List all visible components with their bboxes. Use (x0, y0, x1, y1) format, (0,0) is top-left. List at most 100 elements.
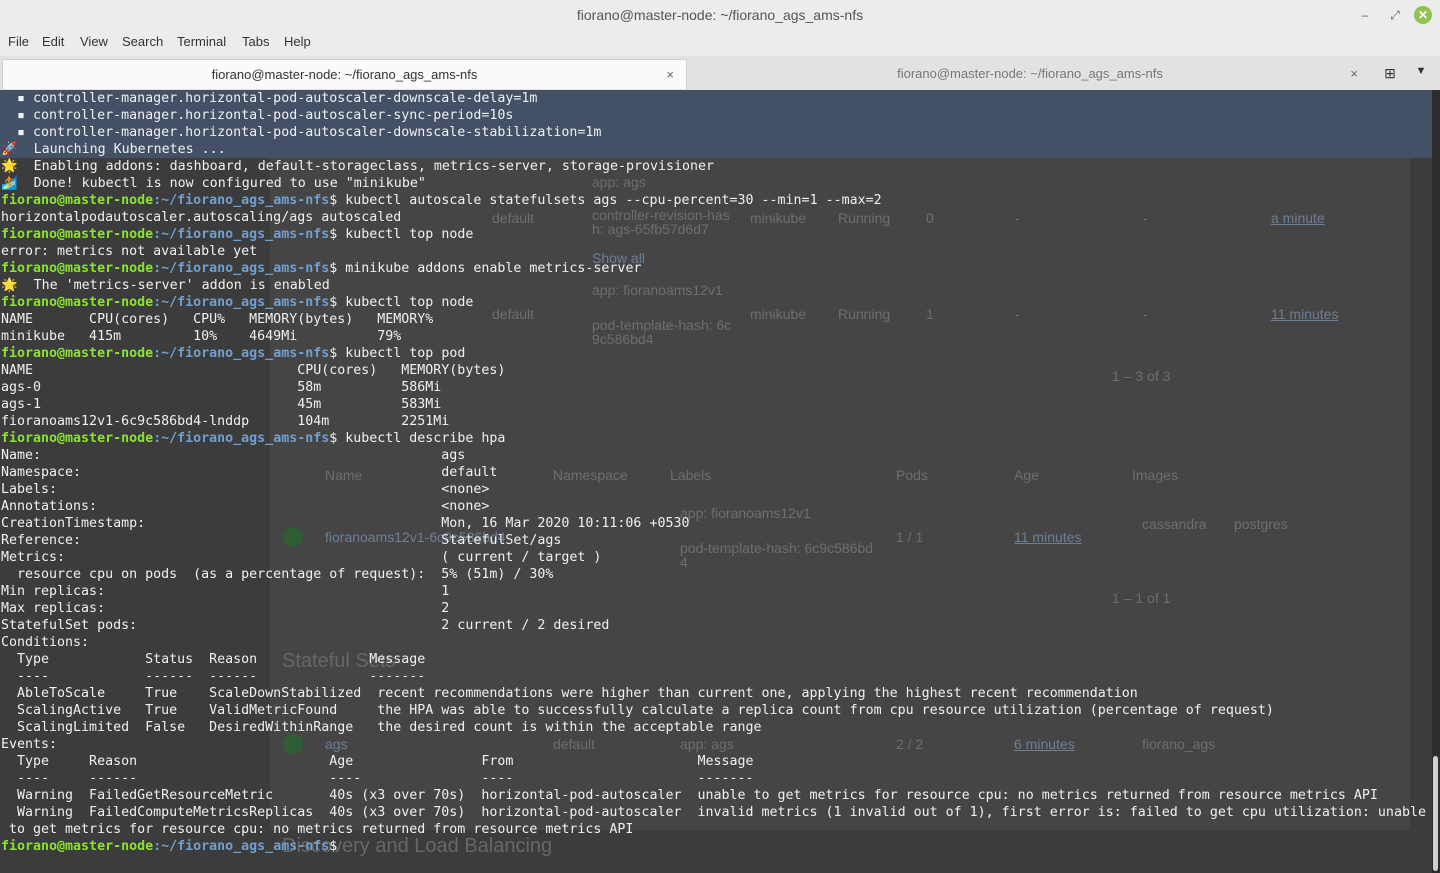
terminal-prompt-line: fiorano@master-node:~/fiorano_ags_ams-nf… (1, 838, 1426, 855)
terminal-output-line: Labels: <none> (1, 481, 1426, 498)
terminal-output-line: minikube 415m 10% 4649Mi 79% (1, 328, 1426, 345)
tab-bar: fiorano@master-node: ~/fiorano_ags_ams-n… (0, 56, 1440, 91)
terminal-output-line: resource cpu on pods (as a percentage of… (1, 566, 1426, 583)
tab-menu-icon[interactable]: ▼ (1412, 65, 1430, 83)
output-text: Min replicas: 1 (1, 584, 450, 599)
prompt-sign: $ (329, 839, 346, 854)
terminal-output-line: NAME CPU(cores) CPU% MEMORY(bytes) MEMOR… (1, 311, 1426, 328)
output-text: AbleToScale True ScaleDownStabilized rec… (1, 686, 1138, 701)
close-tab-icon[interactable]: × (1350, 59, 1358, 89)
prompt-sign: $ (329, 346, 346, 361)
minimize-icon[interactable]: – (1356, 6, 1374, 24)
tab-label: fiorano@master-node: ~/fiorano_ags_ams-n… (211, 67, 478, 82)
output-text: StatefulSet pods: 2 current / 2 desired (1, 618, 610, 633)
menu-terminal[interactable]: Terminal (177, 34, 226, 49)
terminal-output-line: Name: ags (1, 447, 1426, 464)
output-text: ags-1 45m 583Mi (1, 397, 442, 412)
output-text: Conditions: (1, 635, 90, 650)
terminal-output-line: Namespace: default (1, 464, 1426, 481)
output-text: ▪ controller-manager.horizontal-pod-auto… (1, 91, 538, 106)
terminal-output-line: Events: (1, 736, 1426, 753)
terminal-prompt-line: fiorano@master-node:~/fiorano_ags_ams-nf… (1, 345, 1426, 362)
menu-bar: File Edit View Search Terminal Tabs Help (0, 30, 1440, 56)
output-text: ▪ controller-manager.horizontal-pod-auto… (1, 125, 602, 140)
menu-tabs[interactable]: Tabs (242, 34, 269, 49)
terminal-output-line: AbleToScale True ScaleDownStabilized rec… (1, 685, 1426, 702)
command-text: kubectl top node (345, 227, 474, 242)
menu-view[interactable]: View (80, 34, 108, 49)
output-text: Warning FailedComputeMetricsReplicas 40s… (1, 805, 1426, 820)
output-text: 🌟 The 'metrics-server' addon is enabled (1, 278, 330, 293)
output-text: ScalingLimited False DesiredWithinRange … (1, 720, 762, 735)
output-text: 🌟 Enabling addons: dashboard, default-st… (1, 159, 715, 174)
prompt-path: :~/fiorano_ags_ams-nfs (153, 431, 330, 446)
terminal-output-line: horizontalpodautoscaler.autoscaling/ags … (1, 209, 1426, 226)
output-text: Type Reason Age From Message (1, 754, 754, 769)
command-text: kubectl describe hpa (345, 431, 506, 446)
terminal-output-line: Warning FailedGetResourceMetric 40s (x3 … (1, 787, 1426, 804)
terminal-output-line: Conditions: (1, 634, 1426, 651)
terminal-output-line: ▪ controller-manager.horizontal-pod-auto… (1, 90, 1426, 107)
tab-terminal-2[interactable]: fiorano@master-node: ~/fiorano_ags_ams-n… (690, 59, 1370, 89)
terminal-output-line: ags-1 45m 583Mi (1, 396, 1426, 413)
terminal-output-line: CreationTimestamp: Mon, 16 Mar 2020 10:1… (1, 515, 1426, 532)
menu-file[interactable]: File (8, 34, 29, 49)
prompt-path: :~/fiorano_ags_ams-nfs (153, 295, 330, 310)
prompt-sign: $ (329, 431, 346, 446)
output-text: Labels: <none> (1, 482, 490, 497)
maximize-icon[interactable]: ⤢ (1386, 6, 1404, 24)
terminal-output-line: ScalingLimited False DesiredWithinRange … (1, 719, 1426, 736)
terminal-prompt-line: fiorano@master-node:~/fiorano_ags_ams-nf… (1, 260, 1426, 277)
prompt-user-host: fiorano@master-node (1, 227, 154, 242)
output-text: ---- ------ ------ ------- (1, 669, 426, 684)
prompt-path: :~/fiorano_ags_ams-nfs (153, 193, 330, 208)
terminal-output-line: Min replicas: 1 (1, 583, 1426, 600)
terminal-output-line: Metrics: ( current / target ) (1, 549, 1426, 566)
output-text: Annotations: <none> (1, 499, 490, 514)
terminal-output-line: 🏄 Done! kubectl is now configured to use… (1, 175, 1426, 192)
prompt-sign: $ (329, 261, 346, 276)
window-titlebar: fiorano@master-node: ~/fiorano_ags_ams-n… (0, 0, 1440, 30)
terminal-output-line: Type Status Reason Message (1, 651, 1426, 668)
terminal-output-line: fioranoams12v1-6c9c586bd4-lnddp 104m 225… (1, 413, 1426, 430)
terminal-output-line: ags-0 58m 586Mi (1, 379, 1426, 396)
prompt-user-host: fiorano@master-node (1, 295, 154, 310)
output-text: resource cpu on pods (as a percentage of… (1, 567, 554, 582)
output-text: NAME CPU(cores) MEMORY(bytes) (1, 363, 506, 378)
output-text: Namespace: default (1, 465, 498, 480)
scrollbar-thumb[interactable] (1433, 756, 1438, 871)
command-text: kubectl top node (345, 295, 474, 310)
menu-help[interactable]: Help (284, 34, 311, 49)
terminal-prompt-line: fiorano@master-node:~/fiorano_ags_ams-nf… (1, 192, 1426, 209)
tab-label: fiorano@master-node: ~/fiorano_ags_ams-n… (897, 66, 1163, 81)
terminal-scrollbar[interactable] (1432, 90, 1440, 873)
close-tab-icon[interactable]: × (666, 60, 674, 90)
terminal-output-line: ---- ------ ---- ---- ------- (1, 770, 1426, 787)
output-text: horizontalpodautoscaler.autoscaling/ags … (1, 210, 402, 225)
new-tab-icon[interactable]: ⊞ (1381, 65, 1399, 83)
output-text: 🚀 Launching Kubernetes ... (1, 142, 226, 157)
terminal-output-line: ---- ------ ------ ------- (1, 668, 1426, 685)
prompt-user-host: fiorano@master-node (1, 193, 154, 208)
menu-search[interactable]: Search (122, 34, 163, 49)
command-text: minikube addons enable metrics-server (345, 261, 642, 276)
menu-edit[interactable]: Edit (42, 34, 64, 49)
terminal-output-line: to get metrics for resource cpu: no metr… (1, 821, 1426, 838)
terminal-output-line: ScalingActive True ValidMetricFound the … (1, 702, 1426, 719)
output-text: ScalingActive True ValidMetricFound the … (1, 703, 1274, 718)
terminal-output-line: 🚀 Launching Kubernetes ... (1, 141, 1426, 158)
close-window-icon[interactable]: ✕ (1414, 6, 1432, 24)
terminal-output-line: error: metrics not available yet (1, 243, 1426, 260)
output-text: ▪ controller-manager.horizontal-pod-auto… (1, 108, 514, 123)
terminal-prompt-line: fiorano@master-node:~/fiorano_ags_ams-nf… (1, 226, 1426, 243)
tab-terminal-1[interactable]: fiorano@master-node: ~/fiorano_ags_ams-n… (2, 59, 687, 89)
output-text: ags-0 58m 586Mi (1, 380, 442, 395)
output-text: ---- ------ ---- ---- ------- (1, 771, 754, 786)
terminal-output-line: ▪ controller-manager.horizontal-pod-auto… (1, 107, 1426, 124)
output-text: Name: ags (1, 448, 466, 463)
terminal-view[interactable]: app: ags controller-revision-has h: ags-… (0, 90, 1432, 873)
output-text: Type Status Reason Message (1, 652, 426, 667)
terminal-prompt-line: fiorano@master-node:~/fiorano_ags_ams-nf… (1, 430, 1426, 447)
prompt-user-host: fiorano@master-node (1, 839, 154, 854)
prompt-user-host: fiorano@master-node (1, 431, 154, 446)
